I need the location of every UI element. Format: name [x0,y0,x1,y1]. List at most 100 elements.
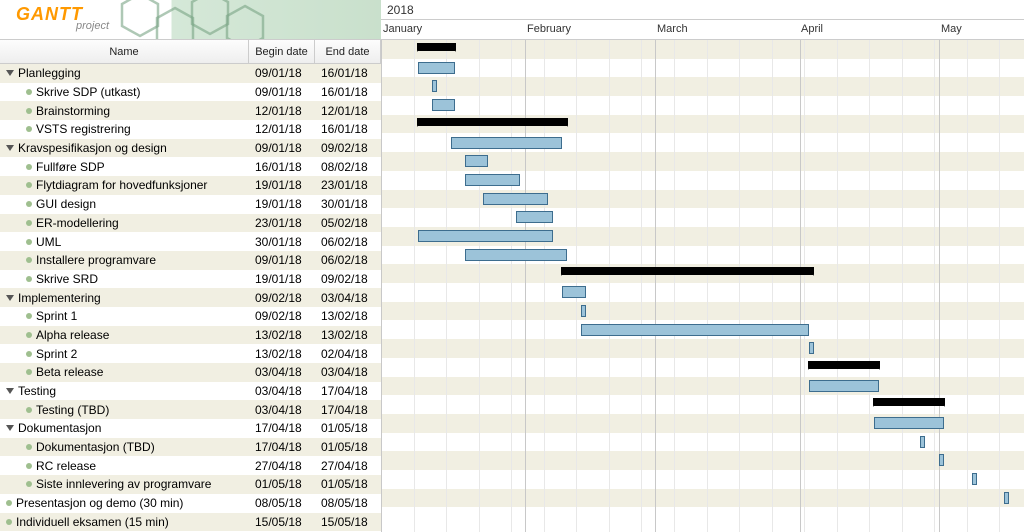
task-name: Flytdiagram for hovedfunksjoner [36,178,207,192]
gantt-task-bar[interactable] [451,137,563,149]
gantt-task-bar[interactable] [920,436,925,448]
gantt-task-bar[interactable] [516,211,553,223]
task-row[interactable]: Testing03/04/1817/04/18 [0,382,381,401]
task-begin: 12/01/18 [249,122,315,136]
task-begin: 12/01/18 [249,104,315,118]
task-begin: 03/04/18 [249,365,315,379]
task-name: Kravspesifikasjon og design [18,141,167,155]
task-row[interactable]: UML30/01/1806/02/18 [0,232,381,251]
gantt-task-bar[interactable] [972,473,977,485]
task-end: 09/02/18 [315,272,381,286]
gantt-summary-bar[interactable] [874,398,944,406]
task-row[interactable]: Presentasjon og demo (30 min)08/05/1808/… [0,494,381,513]
gantt-task-bar[interactable] [465,155,488,167]
gantt-task-bar[interactable] [562,286,585,298]
task-end: 15/05/18 [315,515,381,529]
task-name: RC release [36,459,96,473]
col-name[interactable]: Name [0,40,249,63]
task-dot-icon [26,407,32,413]
gantt-task-bar[interactable] [465,249,567,261]
col-begin[interactable]: Begin date [249,40,315,63]
task-end: 02/04/18 [315,347,381,361]
task-name: Sprint 1 [36,309,77,323]
task-begin: 27/04/18 [249,459,315,473]
task-dot-icon [26,89,32,95]
task-end: 01/05/18 [315,421,381,435]
task-begin: 09/01/18 [249,66,315,80]
task-name: VSTS registrering [36,122,131,136]
task-begin: 09/01/18 [249,141,315,155]
gantt-task-bar[interactable] [809,342,814,354]
gantt-task-bar[interactable] [939,454,944,466]
task-row[interactable]: GUI design19/01/1830/01/18 [0,195,381,214]
task-row[interactable]: Dokumentasjon17/04/1801/05/18 [0,419,381,438]
task-begin: 17/04/18 [249,421,315,435]
task-name: Presentasjon og demo (30 min) [16,496,183,510]
gantt-task-bar[interactable] [1004,492,1009,504]
gantt-task-bar[interactable] [809,380,879,392]
task-begin: 08/05/18 [249,496,315,510]
task-name: UML [36,235,61,249]
expand-icon [6,145,14,151]
task-row[interactable]: Implementering09/02/1803/04/18 [0,288,381,307]
gantt-summary-bar[interactable] [418,43,455,51]
task-dot-icon [26,257,32,263]
task-row[interactable]: Siste innlevering av programvare01/05/18… [0,475,381,494]
gantt-task-bar[interactable] [465,174,521,186]
task-end: 13/02/18 [315,328,381,342]
brand-text: GANTT [16,4,83,25]
gantt-task-bar[interactable] [432,99,455,111]
task-end: 17/04/18 [315,384,381,398]
gantt-task-bar[interactable] [581,305,586,317]
task-end: 16/01/18 [315,122,381,136]
task-row[interactable]: Fullføre SDP16/01/1808/02/18 [0,157,381,176]
task-row[interactable]: Skrive SRD19/01/1809/02/18 [0,270,381,289]
timeline-months: JanuaryFebruaryMarchAprilMay [381,20,1024,40]
task-row[interactable]: Kravspesifikasjon og design09/01/1809/02… [0,139,381,158]
task-end: 01/05/18 [315,477,381,491]
task-row[interactable]: RC release27/04/1827/04/18 [0,456,381,475]
gantt-task-bar[interactable] [874,417,944,429]
task-row[interactable]: Sprint 109/02/1813/02/18 [0,307,381,326]
task-row[interactable]: Sprint 213/02/1802/04/18 [0,344,381,363]
task-row[interactable]: Individuell eksamen (15 min)15/05/1815/0… [0,513,381,532]
task-row[interactable]: Flytdiagram for hovedfunksjoner19/01/182… [0,176,381,195]
task-row[interactable]: ER-modellering23/01/1805/02/18 [0,214,381,233]
brand-subtext: project [76,20,109,32]
task-row[interactable]: Beta release03/04/1803/04/18 [0,363,381,382]
task-name: Skrive SRD [36,272,98,286]
task-row[interactable]: VSTS registrering 12/01/1816/01/18 [0,120,381,139]
gantt-task-bar[interactable] [418,230,553,242]
gantt-summary-bar[interactable] [809,361,879,369]
task-row[interactable]: Dokumentasjon (TBD)17/04/1801/05/18 [0,438,381,457]
col-end[interactable]: End date [315,40,381,63]
app-logo: GANTT project [0,0,381,40]
task-dot-icon [26,239,32,245]
task-row[interactable]: Installere programvare09/01/1806/02/18 [0,251,381,270]
task-row[interactable]: Skrive SDP (utkast)09/01/1816/01/18 [0,83,381,102]
task-dot-icon [26,332,32,338]
task-begin: 19/01/18 [249,197,315,211]
gantt-summary-bar[interactable] [418,118,567,126]
expand-icon [6,70,14,76]
task-name: Dokumentasjon (TBD) [36,440,155,454]
task-dot-icon [26,276,32,282]
task-dot-icon [26,463,32,469]
task-end: 13/02/18 [315,309,381,323]
gantt-task-bar[interactable] [483,193,548,205]
task-name: Individuell eksamen (15 min) [16,515,169,529]
task-begin: 30/01/18 [249,235,315,249]
task-dot-icon [26,108,32,114]
gantt-chart[interactable] [381,40,1024,532]
month-label: February [527,23,571,35]
task-row[interactable]: Alpha release13/02/1813/02/18 [0,326,381,345]
gantt-task-bar[interactable] [418,62,455,74]
gantt-task-bar[interactable] [432,80,437,92]
task-end: 16/01/18 [315,66,381,80]
gantt-task-bar[interactable] [581,324,809,336]
task-name: ER-modellering [36,216,119,230]
task-row[interactable]: Testing (TBD)03/04/1817/04/18 [0,400,381,419]
task-row[interactable]: Planlegging09/01/1816/01/18 [0,64,381,83]
task-row[interactable]: Brainstorming12/01/1812/01/18 [0,101,381,120]
gantt-summary-bar[interactable] [562,267,813,275]
